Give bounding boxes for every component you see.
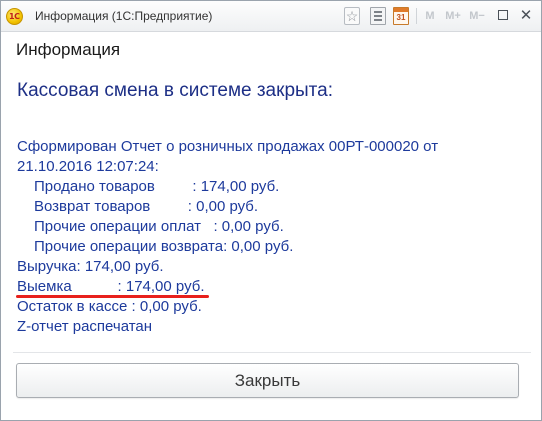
app-logo-icon: 1С: [6, 8, 23, 25]
app-logo-text: 1С: [9, 12, 20, 21]
memory-plus-button[interactable]: M+: [441, 7, 465, 25]
toolbar-divider: [416, 8, 417, 24]
report-line-revenue: Выручка: 174,00 руб.: [17, 258, 164, 275]
window-title: Информация (1С:Предприятие): [35, 9, 213, 23]
report-line-other-payments: Прочие операции оплат : 0,00 руб.: [34, 218, 284, 235]
calculator-icon[interactable]: [370, 7, 386, 25]
dialog-window: 1С Информация (1С:Предприятие) ☆ 31 M M+…: [0, 0, 542, 421]
star-icon[interactable]: ☆: [344, 7, 360, 25]
form-title: Информация: [16, 40, 121, 59]
report-line: 21.10.2016 12:07:24:: [17, 158, 159, 175]
report-line-withdrawal: Выемка : 174,00 руб.: [17, 278, 205, 295]
memory-minus-button[interactable]: M−: [465, 7, 489, 25]
report-line-balance: Остаток в кассе : 0,00 руб.: [17, 298, 202, 315]
report-line-z-report: Z-отчет распечатан: [17, 318, 153, 335]
status-headline: Кассовая смена в системе закрыта:: [17, 80, 333, 101]
calendar-day: 31: [396, 13, 406, 22]
report-line-other-returns: Прочие операции возврата: 0,00 руб.: [34, 238, 294, 255]
restore-window-icon[interactable]: [495, 7, 513, 25]
title-bar[interactable]: 1С Информация (1С:Предприятие) ☆ 31 M M+…: [1, 1, 541, 32]
close-window-icon[interactable]: ✕: [517, 7, 535, 25]
report-line-returns: Возврат товаров : 0,00 руб.: [34, 198, 259, 215]
report-block: Сформирован Отчет о розничных продажах 0…: [17, 137, 438, 337]
report-line-sold: Продано товаров : 174,00 руб.: [34, 178, 280, 195]
memory-button[interactable]: M: [419, 7, 441, 25]
calendar-icon[interactable]: 31: [393, 7, 409, 25]
footer-divider: [13, 352, 531, 353]
highlight-underline: [16, 295, 209, 298]
close-button[interactable]: Закрыть: [16, 363, 519, 398]
report-line: Сформирован Отчет о розничных продажах 0…: [17, 138, 439, 155]
